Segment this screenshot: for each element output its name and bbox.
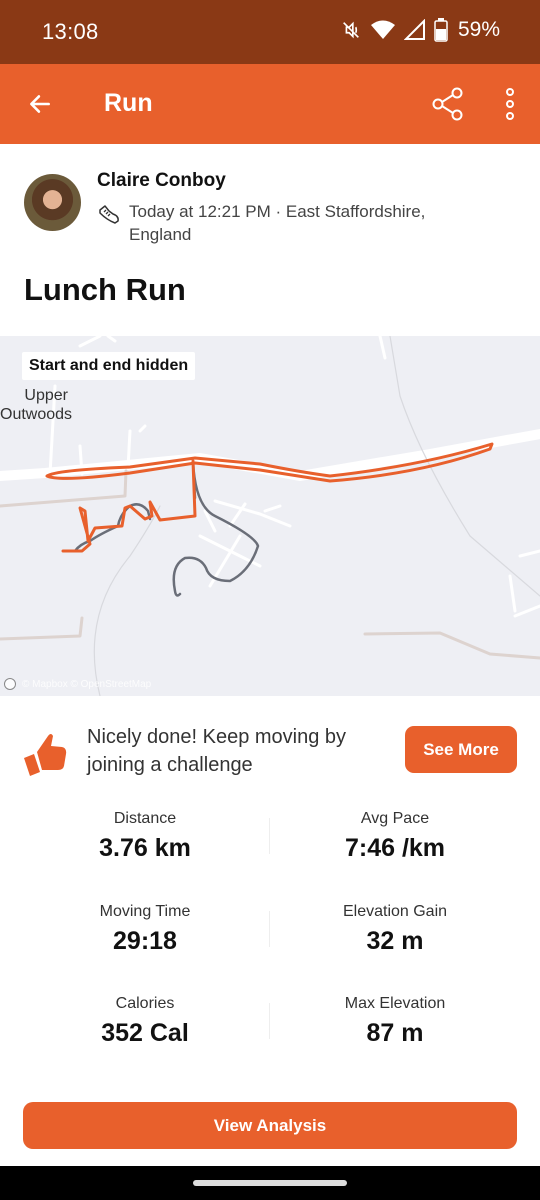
stat-value: 87 m (366, 1019, 424, 1047)
start-end-hidden-badge: Start and end hidden (22, 352, 196, 380)
activity-meta: Today at 12:21 PM · East Staffordshire, … (129, 202, 426, 244)
avatar[interactable] (24, 174, 81, 231)
stat-distance: Distance 3.76 km (10, 810, 280, 863)
estate-road (198, 499, 540, 618)
system-nav-bar (0, 1166, 540, 1200)
wifi-icon (370, 20, 395, 39)
status-time: 13:08 (42, 19, 99, 44)
stat-value: 32 m (366, 927, 424, 955)
stat-elevation-gain: Elevation Gain 32 m (260, 903, 530, 956)
thumbs-up-icon (24, 734, 67, 776)
stat-label: Avg Pace (360, 810, 430, 827)
signal-icon (403, 19, 425, 40)
status-bar: 13:08 59% (0, 0, 540, 64)
stat-label: Max Elevation (344, 995, 446, 1012)
map-canvas (0, 336, 540, 696)
challenge-promo: Nicely done! Keep moving by joining a ch… (0, 716, 540, 786)
arrow-left-icon (30, 95, 50, 113)
share-icon (432, 87, 463, 121)
route-map[interactable]: Start and end hidden Upper Outwoods © Ma… (0, 336, 540, 696)
app-bar: Run (0, 64, 540, 144)
track-road-2 (0, 616, 540, 660)
running-shoe-icon (99, 205, 119, 224)
stat-moving-time: Moving Time 29:18 (10, 903, 280, 956)
river (93, 336, 540, 696)
stat-label: Elevation Gain (342, 903, 448, 920)
share-button[interactable] (428, 84, 468, 124)
activity-title: Lunch Run (24, 272, 186, 307)
battery-level: 59% (457, 18, 500, 41)
stat-value: 3.76 km (99, 834, 191, 862)
view-analysis-button[interactable]: View Analysis (23, 1102, 517, 1149)
battery-icon (434, 18, 448, 42)
stat-value: 352 Cal (101, 1019, 189, 1047)
stat-avg-pace: Avg Pace 7:46 /km (260, 810, 530, 863)
stat-value: 29:18 (113, 927, 177, 955)
map-place-label: Upper Outwoods (0, 387, 73, 423)
attribution-text: © Mapbox © OpenStreetMap (22, 678, 152, 690)
more-options-button[interactable] (490, 84, 530, 124)
stat-label: Distance (113, 810, 177, 827)
athlete-name[interactable]: Claire Conboy (97, 170, 226, 192)
stat-label: Moving Time (99, 903, 191, 920)
see-more-button[interactable]: See More (405, 726, 517, 773)
back-button[interactable] (20, 84, 60, 124)
stat-max-elevation: Max Elevation 87 m (260, 995, 530, 1048)
status-icons: 59% (340, 18, 500, 42)
stat-value: 7:46 /km (344, 834, 446, 862)
home-gesture-handle[interactable] (193, 1180, 347, 1186)
mute-icon (343, 21, 359, 39)
stat-label: Calories (115, 995, 175, 1012)
page-title: Run (104, 89, 153, 117)
activity-detail: Claire Conboy Today at 12:21 PM · East S… (0, 144, 540, 1166)
map-attribution[interactable]: © Mapbox © OpenStreetMap (4, 678, 151, 690)
promo-text: Nicely done! Keep moving by joining a ch… (87, 726, 347, 776)
mapbox-logo-icon (4, 678, 16, 690)
stat-calories: Calories 352 Cal (10, 995, 280, 1048)
more-vertical-icon (506, 88, 514, 120)
